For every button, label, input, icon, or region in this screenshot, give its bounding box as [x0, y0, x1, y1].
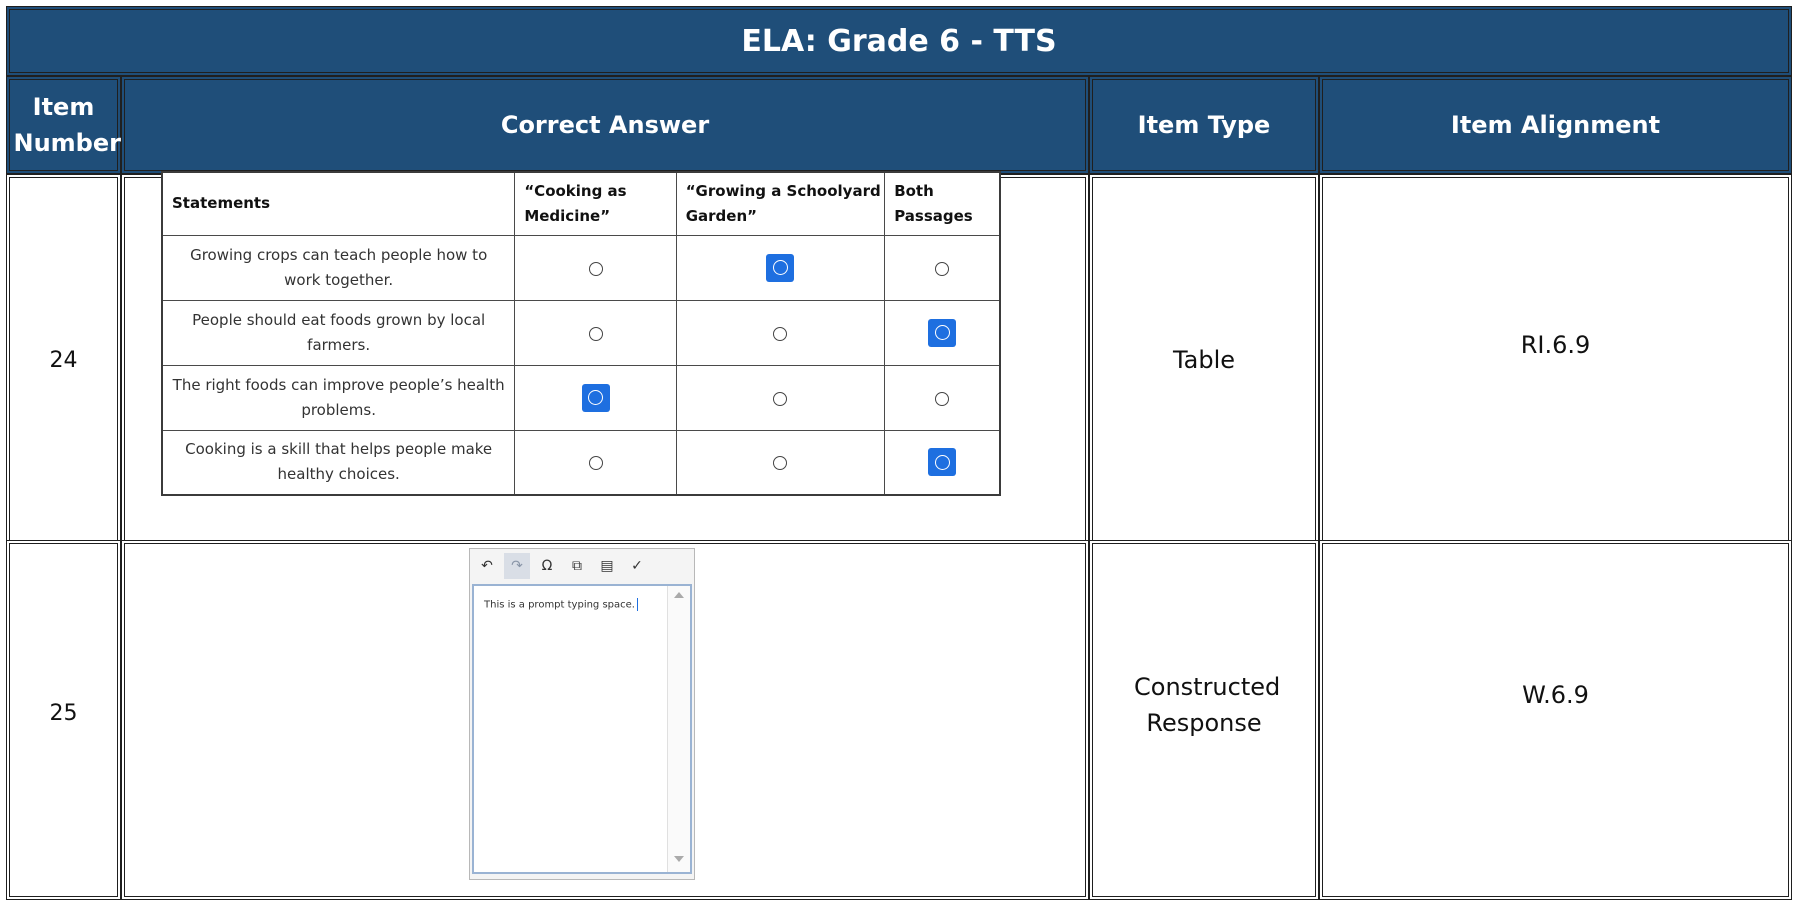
radio-circle-icon	[772, 260, 788, 275]
radio-button[interactable]	[773, 456, 788, 471]
option-cell	[675, 364, 886, 431]
header-item-type: Item Type	[1089, 76, 1319, 174]
undo-icon[interactable]: ↶	[474, 553, 500, 579]
option-cell	[884, 299, 1001, 366]
option-cell	[675, 299, 886, 366]
statement-text: Cooking is a skill that helps people mak…	[161, 429, 516, 496]
response-textarea[interactable]: This is a prompt typing space.	[472, 584, 692, 874]
option-cell	[675, 234, 886, 301]
header-item-alignment: Item Alignment	[1319, 76, 1792, 174]
statement-text: Growing crops can teach people how to wo…	[161, 234, 516, 301]
radio-button[interactable]	[588, 456, 603, 471]
option-cell	[884, 234, 1001, 301]
spell-check-icon[interactable]: ✓	[624, 553, 650, 579]
option-cell	[514, 429, 677, 496]
radio-button[interactable]	[935, 391, 950, 406]
text-caret	[636, 598, 638, 611]
radio-button[interactable]	[935, 261, 950, 276]
selected-radio-button[interactable]	[581, 383, 610, 412]
copy-icon[interactable]: ⧉	[564, 553, 590, 579]
item-type-25: Constructed Response	[1089, 540, 1319, 900]
item-type-24: Table	[1089, 174, 1319, 546]
selected-radio-button[interactable]	[928, 448, 957, 477]
option-cell	[514, 364, 677, 431]
answer-row: The right foods can improve people’s hea…	[161, 364, 1001, 431]
radio-button[interactable]	[588, 261, 603, 276]
answer-row: Cooking is a skill that helps people mak…	[161, 429, 1001, 496]
option-cell	[514, 299, 677, 366]
column-cooking-as-medicine: “Cooking as Medicine”	[514, 171, 677, 236]
header-item-number: Item Number	[6, 76, 121, 174]
column-growing-a-schoolyard-garden: “Growing a Schoolyard Garden”	[675, 171, 886, 236]
scroll-up-arrow-icon[interactable]	[674, 592, 684, 598]
radio-button[interactable]	[773, 391, 788, 406]
response-editor: ↶ ↷ Ω ⧉ ▤ ✓ This is a prompt typing spac…	[469, 548, 695, 880]
option-cell	[514, 234, 677, 301]
answer-row: People should eat foods grown by local f…	[161, 299, 1001, 366]
selected-radio-button[interactable]	[928, 318, 957, 347]
answer-row: Growing crops can teach people how to wo…	[161, 234, 1001, 301]
editor-toolbar: ↶ ↷ Ω ⧉ ▤ ✓	[470, 549, 694, 583]
option-cell	[884, 364, 1001, 431]
scroll-down-arrow-icon[interactable]	[674, 856, 684, 862]
textarea-scrollbar[interactable]	[667, 586, 690, 872]
column-statements: Statements	[161, 171, 516, 236]
radio-circle-icon	[934, 454, 950, 470]
radio-button[interactable]	[773, 326, 788, 341]
selected-radio-button[interactable]	[766, 253, 795, 282]
paste-icon[interactable]: ▤	[594, 553, 620, 579]
statement-text: People should eat foods grown by local f…	[161, 299, 516, 366]
radio-circle-icon	[934, 325, 950, 340]
statement-text: The right foods can improve people’s hea…	[161, 364, 516, 431]
item-alignment-24: RI.6.9	[1319, 174, 1792, 546]
option-cell	[884, 429, 1001, 496]
header-correct-answer: Correct Answer	[121, 76, 1089, 174]
item-number-25: 25	[6, 540, 121, 900]
option-cell	[675, 429, 886, 496]
radio-button[interactable]	[588, 326, 603, 341]
item-alignment-25: W.6.9	[1319, 540, 1792, 900]
redo-icon[interactable]: ↷	[504, 553, 530, 579]
item-number-24: 24	[6, 174, 121, 546]
response-text: This is a prompt typing space.	[484, 599, 635, 611]
radio-circle-icon	[588, 390, 604, 405]
column-both-passages: Both Passages	[884, 171, 1001, 236]
special-characters-icon[interactable]: Ω	[534, 553, 560, 579]
answer-grid: Statements “Cooking as Medicine” “Growin…	[161, 171, 1001, 496]
table-title: ELA: Grade 6 - TTS	[6, 6, 1792, 76]
